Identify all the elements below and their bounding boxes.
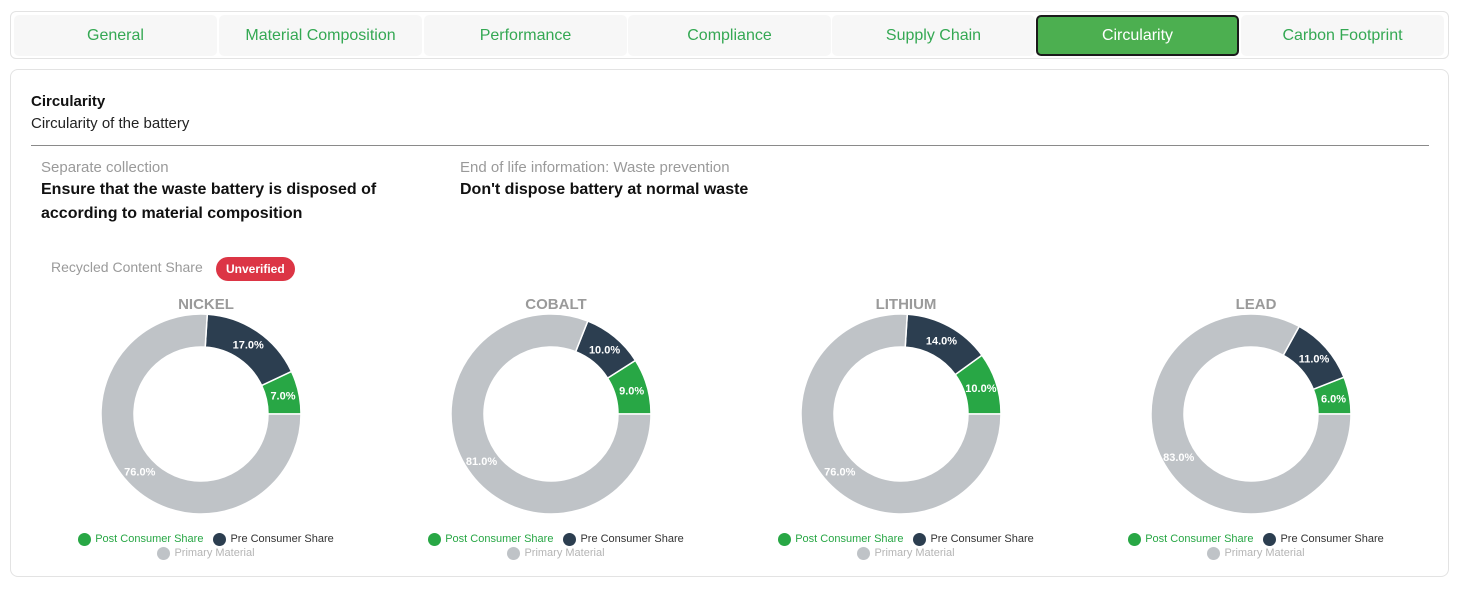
legend-label: Post Consumer Share (795, 533, 904, 545)
chart-legend: Post Consumer Share Pre Consumer Share Pri… (56, 532, 356, 560)
legend-dot-icon (507, 546, 521, 560)
donut-svg: 7.0% 17.0% 76.0% (101, 314, 301, 514)
legend-post-consumer[interactable]: Post Consumer Share (428, 532, 554, 546)
legend-label: Post Consumer Share (445, 533, 554, 545)
legend-primary-material[interactable]: Primary Material (857, 546, 955, 560)
slice-data-label: 10.0% (965, 383, 996, 395)
chart-title: COBALT (525, 296, 587, 313)
slice-data-label: 83.0% (1163, 452, 1194, 464)
slice-data-label: 81.0% (466, 456, 497, 468)
legend-dot-icon (78, 532, 92, 546)
slice-data-label: 17.0% (233, 340, 264, 352)
separate-collection-label: Separate collection (41, 159, 169, 176)
tab-supply-chain[interactable]: Supply Chain (832, 15, 1035, 56)
section-title: Circularity (31, 93, 106, 110)
legend-label: Primary Material (1224, 547, 1305, 559)
legend-label: Primary Material (524, 547, 605, 559)
slice-data-label: 76.0% (824, 467, 855, 479)
tab-circularity[interactable]: Circularity (1036, 15, 1239, 56)
legend-label: Post Consumer Share (1145, 533, 1254, 545)
legend-pre-consumer[interactable]: Pre Consumer Share (563, 532, 684, 546)
legend-dot-icon (213, 532, 227, 546)
legend-primary-material[interactable]: Primary Material (1207, 546, 1305, 560)
legend-dot-icon (778, 532, 792, 546)
chart-legend: Post Consumer Share Pre Consumer Share Pri… (406, 532, 706, 560)
legend-dot-icon (1207, 546, 1221, 560)
tab-compliance[interactable]: Compliance (628, 15, 831, 56)
recycled-content-share-label: Recycled Content Share (51, 259, 203, 275)
slice-data-label: 76.0% (124, 467, 155, 479)
donut-chart-cobalt: COBALT 9.0% 10.0% 81.0% Post Consumer Share P… (406, 294, 706, 564)
legend-post-consumer[interactable]: Post Consumer Share (78, 532, 204, 546)
legend-pre-consumer[interactable]: Pre Consumer Share (213, 532, 334, 546)
slice-data-label: 9.0% (619, 386, 644, 398)
section-subtitle: Circularity of the battery (31, 115, 190, 132)
legend-pre-consumer[interactable]: Pre Consumer Share (1263, 532, 1384, 546)
donut-svg: 9.0% 10.0% 81.0% (451, 314, 651, 514)
circularity-card: Circularity Circularity of the battery S… (10, 69, 1449, 577)
divider (31, 145, 1429, 146)
legend-primary-material[interactable]: Primary Material (507, 546, 605, 560)
chart-title: NICKEL (178, 296, 234, 313)
legend-post-consumer[interactable]: Post Consumer Share (778, 532, 904, 546)
legend-label: Primary Material (874, 547, 955, 559)
slice-data-label: 7.0% (270, 391, 295, 403)
legend-label: Pre Consumer Share (930, 533, 1034, 545)
legend-dot-icon (428, 532, 442, 546)
chart-legend: Post Consumer Share Pre Consumer Share Pri… (756, 532, 1056, 560)
legend-dot-icon (913, 532, 927, 546)
legend-label: Pre Consumer Share (230, 533, 334, 545)
donut-chart-lead: LEAD 6.0% 11.0% 83.0% Post Consumer Share Pre… (1106, 294, 1406, 564)
chart-legend: Post Consumer Share Pre Consumer Share Pri… (1106, 532, 1406, 560)
tab-general[interactable]: General (14, 15, 217, 56)
chart-title: LITHIUM (875, 296, 937, 313)
slice-data-label: 14.0% (926, 335, 957, 347)
donut-chart-nickel: NICKEL 7.0% 17.0% 76.0% Post Consumer Share P… (56, 294, 356, 564)
legend-dot-icon (1128, 532, 1142, 546)
end-of-life-label: End of life information: Waste preventio… (460, 159, 730, 176)
slice-data-label: 10.0% (589, 344, 620, 356)
unverified-badge: Unverified (216, 257, 295, 281)
slice-data-label: 11.0% (1299, 353, 1330, 365)
end-of-life-value: Don't dispose battery at normal waste (460, 181, 749, 198)
tab-bar: General Material Composition Performance… (10, 11, 1449, 59)
tab-material-composition[interactable]: Material Composition (219, 15, 422, 56)
donut-svg: 6.0% 11.0% 83.0% (1151, 314, 1351, 514)
donut-chart-lithium: LITHIUM 10.0% 14.0% 76.0% Post Consumer Shar… (756, 294, 1056, 564)
legend-label: Pre Consumer Share (580, 533, 684, 545)
legend-dot-icon (857, 546, 871, 560)
legend-label: Pre Consumer Share (1280, 533, 1384, 545)
legend-primary-material[interactable]: Primary Material (157, 546, 255, 560)
donut-svg: 10.0% 14.0% 76.0% (801, 314, 1001, 514)
tab-performance[interactable]: Performance (424, 15, 627, 56)
legend-dot-icon (563, 532, 577, 546)
legend-post-consumer[interactable]: Post Consumer Share (1128, 532, 1254, 546)
tab-carbon-footprint[interactable]: Carbon Footprint (1241, 15, 1444, 56)
chart-title: LEAD (1235, 296, 1277, 313)
legend-label: Primary Material (174, 547, 255, 559)
separate-collection-value: Ensure that the waste battery is dispose… (41, 181, 377, 222)
slice-data-label: 6.0% (1321, 393, 1346, 405)
legend-pre-consumer[interactable]: Pre Consumer Share (913, 532, 1034, 546)
legend-dot-icon (1263, 532, 1277, 546)
legend-dot-icon (157, 546, 171, 560)
legend-label: Post Consumer Share (95, 533, 204, 545)
